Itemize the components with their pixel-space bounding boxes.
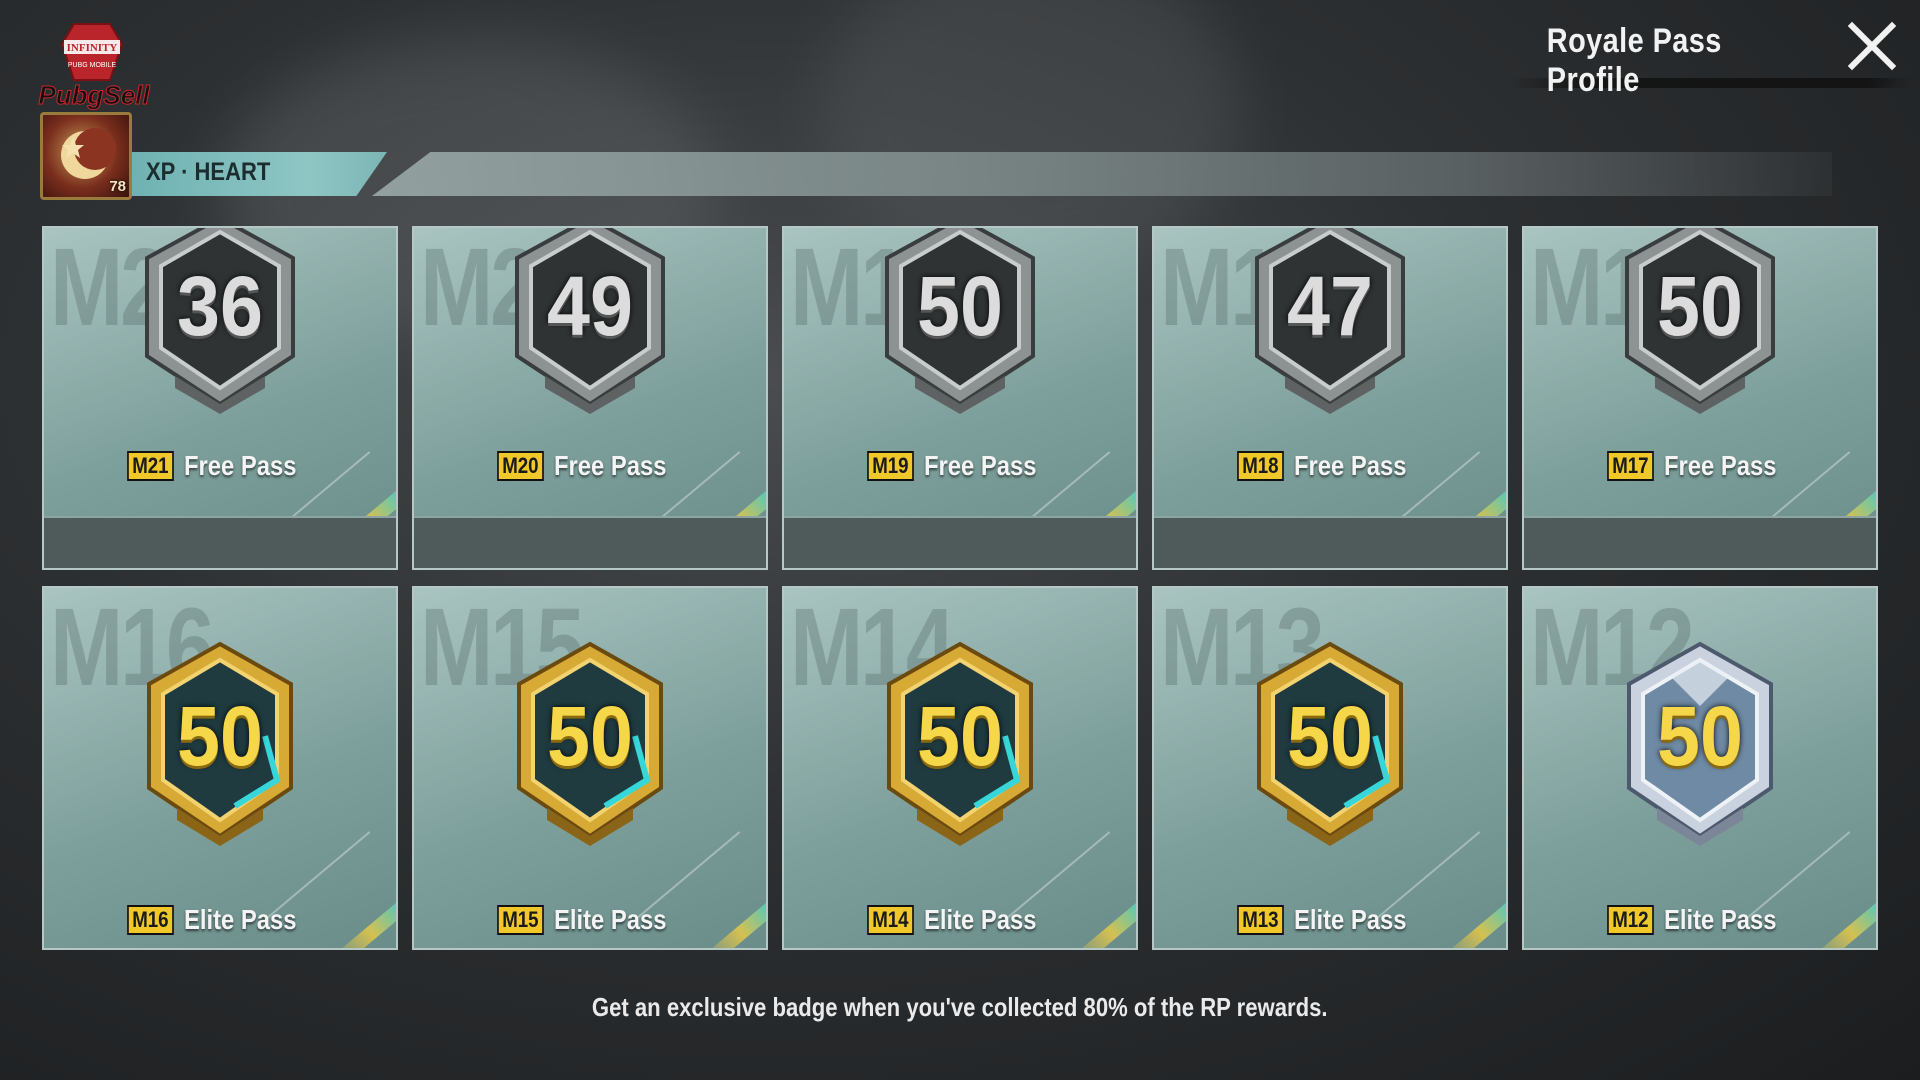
season-tag: M17: [1607, 451, 1655, 481]
pass-label: M17 Free Pass: [1524, 450, 1876, 482]
page-title: Royale Pass Profile: [1546, 22, 1722, 99]
rank-number: 50: [547, 689, 633, 783]
pass-label: M13 Elite Pass: [1154, 904, 1506, 936]
pass-card-elite[interactable]: M13 50 M13 Elite Pass: [1152, 586, 1508, 950]
title-area: Royale Pass Profile: [1500, 0, 1920, 100]
pass-label: M18 Free Pass: [1154, 450, 1506, 482]
rank-number: 50: [1287, 689, 1373, 783]
pass-label: M12 Elite Pass: [1524, 904, 1876, 936]
rank-badge: 49: [485, 228, 695, 416]
rank-number: 47: [1287, 259, 1373, 353]
season-tag: M19: [867, 451, 915, 481]
pass-name: Free Pass: [184, 450, 297, 481]
rank-number: 50: [917, 689, 1003, 783]
footnote: Get an exclusive badge when you've colle…: [0, 992, 1920, 1023]
season-tag: M12: [1607, 905, 1655, 935]
card-footer: [414, 516, 766, 568]
close-button[interactable]: [1846, 20, 1898, 72]
pass-label: M19 Free Pass: [784, 450, 1136, 482]
pass-card-free[interactable]: M18 47 M18 Free Pass: [1152, 226, 1508, 570]
rank-badge: 50: [855, 228, 1065, 416]
pass-label: M21 Free Pass: [44, 450, 396, 482]
pass-label: M14 Elite Pass: [784, 904, 1136, 936]
brand-logo: INFINITY PUBG MOBILE PubgSell: [24, 22, 164, 112]
pass-name: Free Pass: [1664, 450, 1777, 481]
rank-badge: 50: [485, 636, 695, 846]
free-pass-row: M21 36 M21 Free Pass M20 49 M20 Free Pas…: [42, 226, 1878, 570]
pass-name: Elite Pass: [924, 904, 1037, 935]
pass-card-elite[interactable]: M16 50 M16 Elite Pass: [42, 586, 398, 950]
season-tag: M14: [867, 905, 915, 935]
rank-badge: 50: [1595, 636, 1805, 846]
footnote-text: Get an exclusive badge when you've colle…: [592, 992, 1328, 1022]
rank-badge: 50: [115, 636, 325, 846]
svg-text:PUBG MOBILE: PUBG MOBILE: [68, 62, 117, 69]
card-footer: [1524, 516, 1876, 568]
pass-name: Elite Pass: [1664, 904, 1777, 935]
rank-badge: 36: [115, 228, 325, 416]
pass-label: M16 Elite Pass: [44, 904, 396, 936]
svg-text:INFINITY: INFINITY: [67, 42, 118, 54]
pass-card-free[interactable]: M17 50 M17 Free Pass: [1522, 226, 1878, 570]
pass-name: Elite Pass: [1294, 904, 1407, 935]
pass-label: M15 Elite Pass: [414, 904, 766, 936]
pass-name: Elite Pass: [554, 904, 667, 935]
card-footer: [784, 516, 1136, 568]
rank-number: 49: [547, 259, 633, 353]
elite-pass-row: M16 50 M16 Elite Pass M15 50 M15 Elite P…: [42, 586, 1878, 950]
card-footer: [44, 516, 396, 568]
pass-card-elite[interactable]: M14 50 M14 Elite Pass: [782, 586, 1138, 950]
rank-number: 50: [917, 259, 1003, 353]
close-icon: [1847, 21, 1897, 71]
pass-card-elite[interactable]: M15 50 M15 Elite Pass: [412, 586, 768, 950]
pass-card-free[interactable]: M21 36 M21 Free Pass: [42, 226, 398, 570]
season-tag: M18: [1237, 451, 1285, 481]
pass-name: Free Pass: [554, 450, 667, 481]
rank-badge: 50: [1595, 228, 1805, 416]
season-tag: M20: [497, 451, 545, 481]
player-avatar[interactable]: 78: [40, 112, 132, 200]
rank-number: 50: [177, 689, 263, 783]
pass-card-free[interactable]: M19 50 M19 Free Pass: [782, 226, 1138, 570]
season-tag: M13: [1237, 905, 1285, 935]
header-bar: [372, 152, 1832, 196]
rank-badge: 50: [1225, 636, 1435, 846]
rank-number: 36: [177, 259, 263, 353]
rank-number: 50: [1657, 689, 1743, 783]
svg-text:PubgSell: PubgSell: [38, 80, 150, 110]
season-tag: M15: [497, 905, 545, 935]
season-tag: M21: [127, 451, 175, 481]
pass-card-elite[interactable]: M12 50 M12 Elite Pass: [1522, 586, 1878, 950]
player-level: 78: [109, 178, 126, 195]
season-tag: M16: [127, 905, 175, 935]
rank-badge: 47: [1225, 228, 1435, 416]
rank-badge: 50: [855, 636, 1065, 846]
pass-name: Free Pass: [924, 450, 1037, 481]
pass-label: M20 Free Pass: [414, 450, 766, 482]
pass-name: Free Pass: [1294, 450, 1407, 481]
pass-card-free[interactable]: M20 49 M20 Free Pass: [412, 226, 768, 570]
card-footer: [1154, 516, 1506, 568]
rank-number: 50: [1657, 259, 1743, 353]
player-name: XP · HEART: [146, 158, 271, 186]
pass-name: Elite Pass: [184, 904, 297, 935]
